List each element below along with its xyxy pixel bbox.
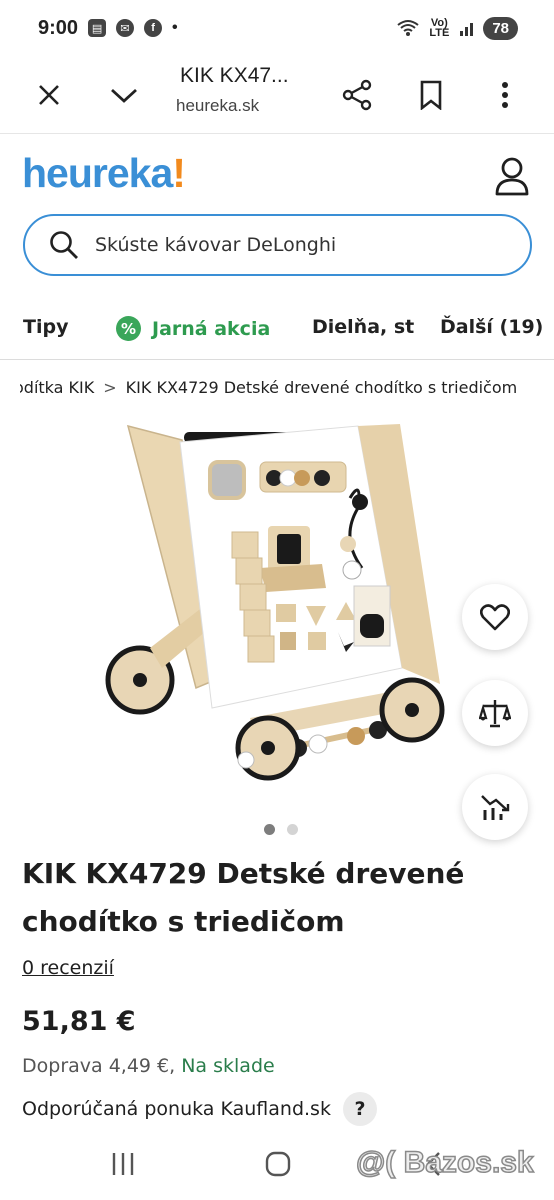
search-input[interactable]	[95, 234, 495, 256]
clock: 9:00	[38, 16, 79, 39]
product-title: KIK KX4729 Detské drevené chodítko s tri…	[22, 857, 465, 938]
shipping-cost: Doprava 4,49 €,	[22, 1055, 176, 1077]
recent-apps-button[interactable]	[103, 1146, 143, 1182]
home-icon	[265, 1151, 291, 1177]
heureka-logo[interactable]: heureka!	[22, 150, 186, 197]
search-bar[interactable]	[23, 214, 532, 276]
gallery-dot[interactable]	[287, 824, 298, 835]
recent-apps-icon	[112, 1153, 134, 1175]
signal-icon	[460, 23, 474, 36]
category-tab-dalsi[interactable]: Ďalší (19)	[440, 316, 543, 338]
share-icon	[342, 79, 372, 111]
gallery-dot-active[interactable]	[264, 824, 275, 835]
category-nav: Tipy % Jarná akcia Dielňa, st Ďalší (19)	[0, 300, 554, 360]
breadcrumb-separator: >	[103, 378, 117, 397]
breadcrumb: odítka KIK > KIK KX4729 Detské drevené cho…	[20, 378, 554, 408]
user-account-button[interactable]	[492, 156, 532, 198]
recommended-offer: Odporúčaná ponuka Kaufland.sk ?	[22, 1092, 377, 1126]
product-price: 51,81 €	[22, 1006, 136, 1037]
favorite-button[interactable]	[462, 584, 528, 650]
category-tab-dielna[interactable]: Dielňa, st	[312, 316, 414, 338]
notification-news-icon: ▤	[88, 19, 107, 37]
close-icon	[39, 85, 59, 105]
collapse-button[interactable]	[104, 75, 144, 115]
messenger-icon: ✉	[116, 19, 135, 37]
more-vertical-icon	[502, 82, 508, 108]
gallery-pagination	[264, 824, 298, 835]
bookmark-button[interactable]	[411, 75, 451, 115]
percent-badge-icon: %	[116, 316, 141, 341]
help-button[interactable]: ?	[342, 1092, 377, 1126]
shipping-info: Doprava 4,49 €, Na sklade	[22, 1055, 275, 1077]
logo-mark: !	[172, 150, 186, 196]
category-tab-jarna-akcia[interactable]: % Jarná akcia	[116, 316, 270, 341]
logo-text: heureka	[22, 150, 173, 196]
heart-icon	[480, 604, 510, 631]
search-icon	[50, 231, 78, 259]
status-bar: 9:00 ▤ ✉ f • Vo) LTE 78	[0, 0, 554, 56]
product-image[interactable]	[100, 418, 450, 810]
price-history-button[interactable]	[462, 774, 528, 840]
wifi-icon	[397, 20, 419, 36]
reviews-link[interactable]: 0 recenzií	[22, 957, 114, 979]
browser-toolbar: KIK KX47... heureka.sk	[0, 56, 554, 134]
user-icon	[495, 157, 529, 196]
network-label: Vo) LTE	[429, 17, 450, 39]
share-button[interactable]	[337, 75, 377, 115]
offer-label: Odporúčaná ponuka Kaufland.sk	[22, 1098, 331, 1120]
facebook-icon: f	[144, 19, 163, 37]
scale-icon	[479, 700, 511, 728]
close-tab-button[interactable]	[29, 75, 69, 115]
home-button[interactable]	[258, 1146, 298, 1182]
category-tab-tipy[interactable]: Tipy	[23, 316, 68, 338]
battery-indicator: 78	[483, 16, 518, 40]
chevron-down-icon	[111, 88, 137, 103]
tab-title: KIK KX47...	[180, 64, 289, 87]
more-menu-button[interactable]	[485, 75, 525, 115]
breadcrumb-item[interactable]: odítka KIK	[20, 378, 94, 397]
compare-button[interactable]	[462, 680, 528, 746]
tab-url[interactable]: heureka.sk	[176, 96, 259, 116]
stock-status: Na sklade	[181, 1055, 275, 1077]
category-tab-label: Jarná akcia	[152, 317, 271, 340]
watermark: @( Bazos.sk	[355, 1145, 534, 1180]
bookmark-icon	[420, 80, 442, 110]
price-chart-icon	[481, 795, 510, 820]
breadcrumb-current: KIK KX4729 Detské drevené chodítko s tri…	[125, 378, 518, 397]
more-notifications-icon: •	[172, 19, 178, 36]
